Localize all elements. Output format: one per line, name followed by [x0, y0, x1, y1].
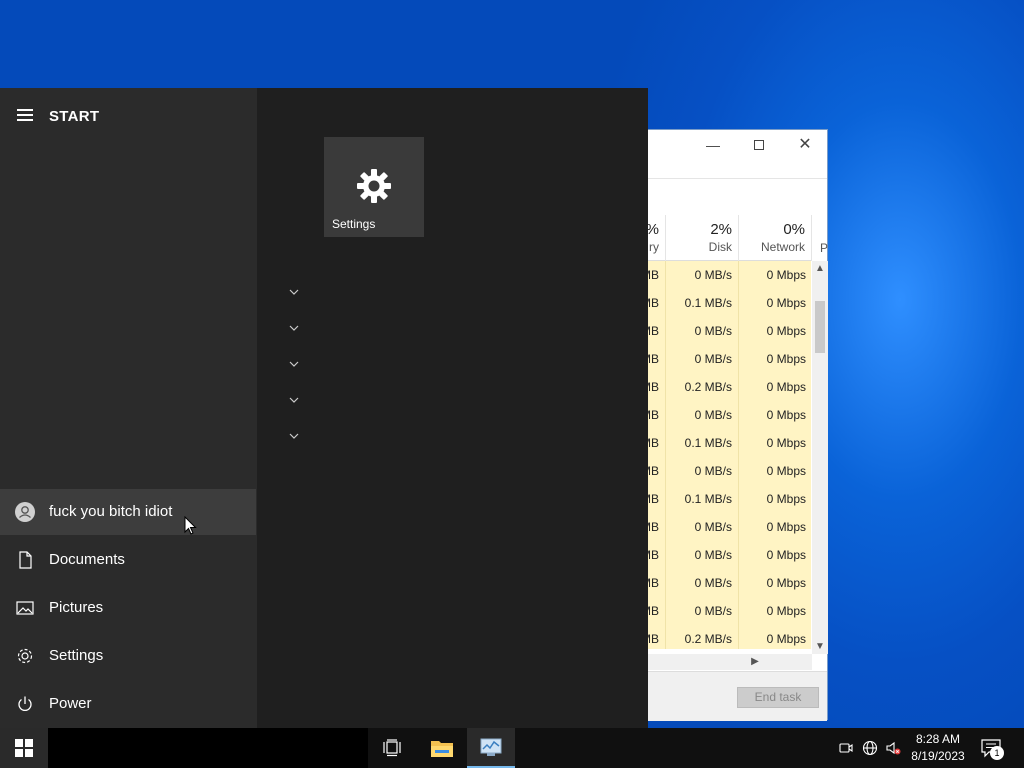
user-icon [19, 506, 31, 518]
disk-cell: 0 MB/s [666, 513, 739, 541]
pictures-label: Pictures [49, 599, 104, 616]
network-cell: 0 Mbps [739, 625, 811, 649]
search-box[interactable] [48, 728, 368, 768]
disk-cell: 0 MB/s [666, 541, 739, 569]
network-cell: 0 Mbps [739, 513, 811, 541]
network-cell: 0 Mbps [739, 373, 811, 401]
network-cell: 0 Mbps [739, 541, 811, 569]
disk-cell: 0 MB/s [666, 569, 739, 597]
scroll-down-icon[interactable]: ▼ [812, 641, 828, 652]
sidebar-item-user[interactable]: fuck you bitch idiot [0, 489, 256, 535]
column-header-power[interactable]: P [812, 215, 832, 261]
chevron-down-icon[interactable] [286, 356, 302, 372]
start-menu-sidebar: START fuck you bitch idiot Documents Pic… [0, 88, 257, 728]
pictures-icon [16, 601, 34, 615]
maximize-button[interactable] [747, 135, 771, 155]
mouse-cursor-icon [184, 516, 197, 535]
disk-cell: 0.2 MB/s [666, 625, 739, 649]
close-button[interactable]: ✕ [793, 135, 817, 155]
network-label: Network [760, 240, 805, 254]
avatar [15, 502, 35, 522]
power-icon [18, 696, 32, 711]
network-cell: 0 Mbps [739, 485, 811, 513]
clock-time: 8:28 AM [915, 732, 961, 746]
clock[interactable]: 8:28 AM 8/19/2023 [905, 731, 971, 765]
scrollbar-thumb[interactable] [815, 301, 825, 353]
power-label: Power [49, 695, 92, 712]
sidebar-item-pictures[interactable]: Pictures [0, 585, 256, 631]
disk-label: Disk [708, 240, 732, 254]
chevron-down-icon[interactable] [286, 428, 302, 444]
taskbar: 8:28 AM 8/19/2023 1 [0, 728, 1024, 768]
start-menu: START fuck you bitch idiot Documents Pic… [0, 88, 648, 728]
notification-count-badge: 1 [990, 746, 1004, 760]
folder-icon [431, 741, 453, 757]
start-header[interactable]: START [0, 102, 257, 130]
hamburger-menu-icon[interactable] [17, 109, 33, 121]
scroll-right-icon[interactable]: ▶ [747, 656, 763, 667]
clock-date: 8/19/2023 [911, 749, 965, 763]
network-cell: 0 Mbps [739, 317, 811, 345]
vertical-scrollbar[interactable]: ▲ ▼ [812, 261, 828, 654]
network-cell: 0 Mbps [739, 457, 811, 485]
sidebar-item-power[interactable]: Power [0, 681, 256, 727]
start-button[interactable] [0, 728, 48, 768]
chevron-down-icon[interactable] [286, 392, 302, 408]
network-cell: 0 Mbps [739, 429, 811, 457]
network-percent: 0% [783, 221, 805, 238]
disk-percent: 2% [710, 221, 732, 238]
volume-muted-icon[interactable] [885, 740, 901, 756]
task-view-button[interactable] [368, 728, 416, 768]
disk-cell: 0 MB/s [666, 597, 739, 625]
column-header-network[interactable]: 0% Network [739, 215, 812, 261]
tile-settings[interactable]: Settings [324, 137, 424, 237]
start-title: START [49, 108, 100, 125]
chevron-down-icon[interactable] [286, 284, 302, 300]
disk-cell: 0 MB/s [666, 401, 739, 429]
sidebar-item-settings[interactable]: Settings [0, 633, 256, 679]
meet-now-icon[interactable] [838, 740, 854, 756]
network-cell: 0 Mbps [739, 261, 811, 289]
disk-cell: 0 MB/s [666, 457, 739, 485]
column-header-disk[interactable]: 2% Disk [666, 215, 739, 261]
disk-cell: 0.1 MB/s [666, 485, 739, 513]
chevron-down-icon[interactable] [286, 320, 302, 336]
network-cell: 0 Mbps [739, 597, 811, 625]
task-manager-icon [480, 738, 502, 756]
disk-cell: 0.2 MB/s [666, 373, 739, 401]
settings-label: Settings [49, 647, 104, 664]
disk-cell: 0.1 MB/s [666, 289, 739, 317]
document-icon [19, 551, 32, 569]
network-cell: 0 Mbps [739, 289, 811, 317]
network-cell: 0 Mbps [739, 401, 811, 429]
windows-logo-icon [15, 739, 33, 757]
network-cell: 0 Mbps [739, 569, 811, 597]
disk-cell: 0 MB/s [666, 261, 739, 289]
maximize-icon [754, 140, 764, 150]
scroll-up-icon[interactable]: ▲ [812, 263, 828, 274]
settings-gear-icon [357, 169, 391, 203]
end-task-button[interactable]: End task [737, 687, 819, 708]
gear-icon [17, 648, 33, 664]
network-cell: 0 Mbps [739, 345, 811, 373]
documents-label: Documents [49, 551, 125, 568]
disk-cell: 0.1 MB/s [666, 429, 739, 457]
task-view-icon [383, 739, 401, 757]
network-globe-icon[interactable] [862, 740, 878, 756]
power-label: P [820, 241, 829, 255]
tile-settings-label: Settings [332, 217, 376, 231]
file-explorer-button[interactable] [418, 728, 466, 768]
sidebar-item-documents[interactable]: Documents [0, 537, 256, 583]
minimize-button[interactable]: — [701, 135, 725, 155]
disk-cell: 0 MB/s [666, 317, 739, 345]
task-manager-taskbar-button[interactable] [467, 728, 515, 768]
disk-cell: 0 MB/s [666, 345, 739, 373]
user-name-label: fuck you bitch idiot [49, 503, 173, 520]
